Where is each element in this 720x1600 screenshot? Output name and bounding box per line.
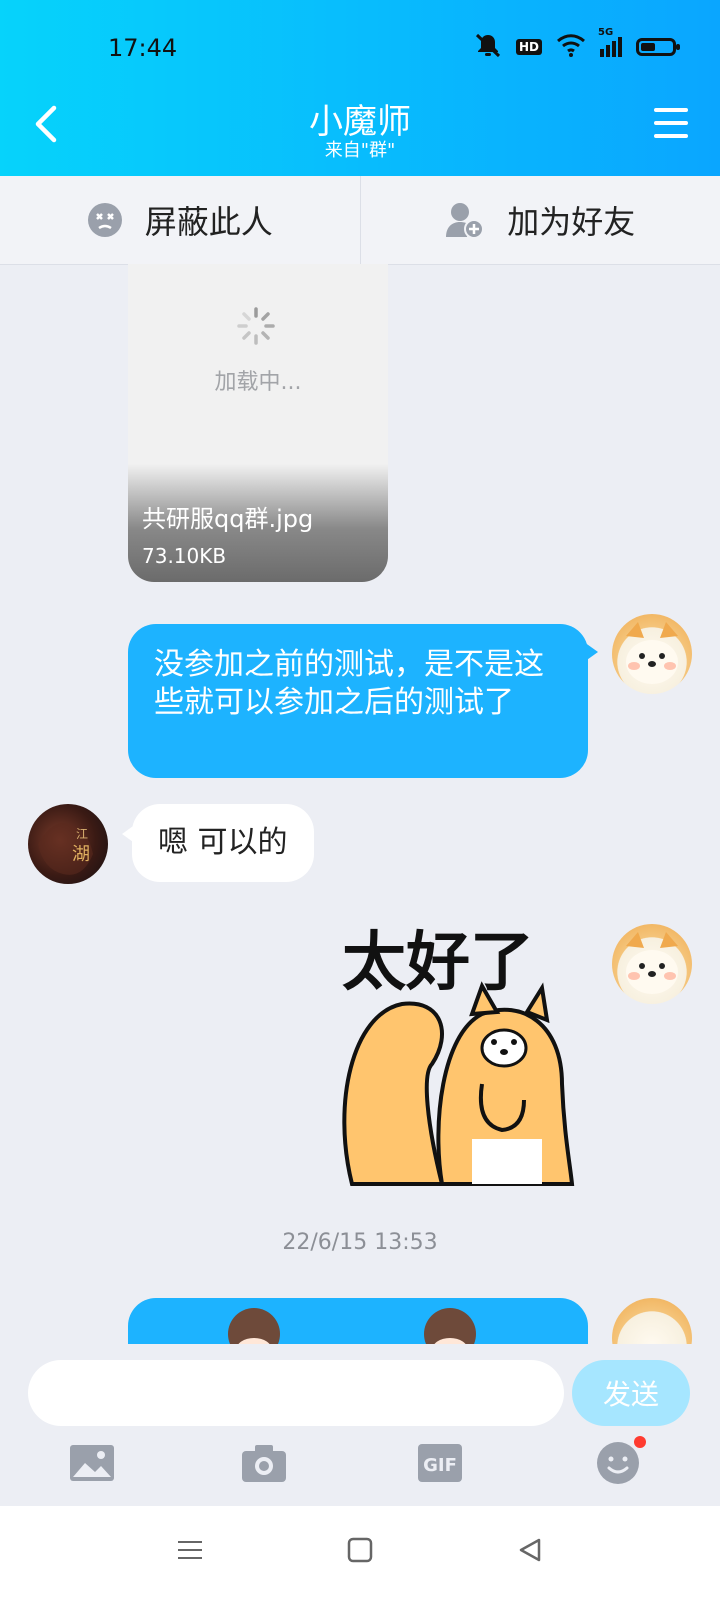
add-friend-icon [446, 203, 485, 239]
mute-icon [474, 32, 502, 62]
system-navigation-bar [0, 1506, 720, 1600]
sticker-image: 太好了 [342, 926, 575, 1186]
my-avatar[interactable] [612, 1298, 692, 1344]
svg-text:江: 江 [76, 827, 88, 841]
block-user-label: 屏蔽此人 [144, 203, 273, 241]
emoji-icon [597, 1442, 639, 1484]
file-size: 73.10KB [142, 544, 227, 568]
notification-dot [634, 1436, 646, 1448]
incoming-message-bubble[interactable]: 嗯 可以的 [122, 804, 314, 882]
loading-text: 加载中... [214, 370, 302, 395]
block-face-icon [87, 203, 122, 237]
svg-text:GIF: GIF [423, 1455, 457, 1476]
gif-icon: GIF [418, 1444, 462, 1482]
message-text: 没参加之前的测试，是不是这些就可以参加之后的测试了 [154, 647, 544, 720]
hamburger-icon [654, 108, 688, 138]
loading-spinner-icon [237, 307, 275, 345]
nav-home-button[interactable] [338, 1528, 382, 1572]
anime-sticker-partial [228, 1308, 476, 1344]
message-timestamp: 22/6/15 13:53 [282, 1230, 438, 1255]
page-subtitle: 来自"群" [324, 140, 396, 161]
emoji-button[interactable] [588, 1436, 648, 1488]
add-friend-label: 加为好友 [507, 203, 636, 241]
battery-icon [636, 38, 680, 56]
nav-back-button[interactable] [508, 1528, 552, 1572]
contact-avatar[interactable]: 江 湖 [28, 804, 108, 884]
jianghu-avatar-icon: 江 湖 [38, 823, 93, 875]
add-friend-button[interactable]: 加为好友 [359, 176, 720, 264]
triangle-back-icon [519, 1538, 541, 1562]
chat-toolbar: GIF [0, 1428, 720, 1506]
signal-icon: 5G [598, 27, 622, 57]
shiba-avatar-icon [626, 622, 678, 684]
camera-button[interactable] [234, 1438, 294, 1488]
status-icons: HD 5G [474, 27, 680, 64]
nav-menu-button[interactable] [168, 1528, 212, 1572]
hd-icon: HD [515, 39, 542, 55]
my-avatar[interactable] [612, 614, 692, 694]
message-input[interactable] [28, 1360, 564, 1426]
file-message[interactable]: 加载中... 共研服qq群.jpg 73.10KB [128, 264, 388, 582]
file-name: 共研服qq群.jpg [142, 505, 314, 533]
menu-lines-icon [178, 1541, 202, 1559]
image-icon [70, 1445, 114, 1481]
svg-text:湖: 湖 [72, 844, 90, 865]
block-user-button[interactable]: 屏蔽此人 [0, 176, 360, 264]
header-bar: 17:44 HD 5G 小魔师 来自"群" [0, 0, 720, 176]
sticker-message[interactable]: 太好了 [332, 924, 582, 1194]
square-home-icon [347, 1537, 373, 1563]
send-button[interactable]: 发送 [572, 1360, 690, 1426]
my-avatar[interactable] [612, 924, 692, 1004]
outgoing-message-bubble[interactable]: 没参加之前的测试，是不是这些就可以参加之后的测试了 [128, 624, 598, 778]
image-button[interactable] [62, 1438, 122, 1488]
camera-icon [242, 1445, 286, 1482]
shiba-avatar-icon [626, 932, 678, 994]
stranger-action-bar: 屏蔽此人 加为好友 [0, 176, 720, 265]
message-text: 嗯 可以的 [158, 825, 288, 860]
status-time: 17:44 [108, 34, 178, 62]
outgoing-message-bubble-partial[interactable] [128, 1298, 588, 1344]
gif-button[interactable]: GIF [410, 1438, 470, 1488]
chat-message-list[interactable]: 加载中... 共研服qq群.jpg 73.10KB 没参加之前的测试，是不是这些… [0, 264, 720, 1344]
wifi-icon [556, 33, 586, 61]
menu-button[interactable] [652, 106, 690, 140]
sticker-caption: 太好了 [342, 926, 534, 1000]
input-bar: 发送 [0, 1344, 720, 1428]
